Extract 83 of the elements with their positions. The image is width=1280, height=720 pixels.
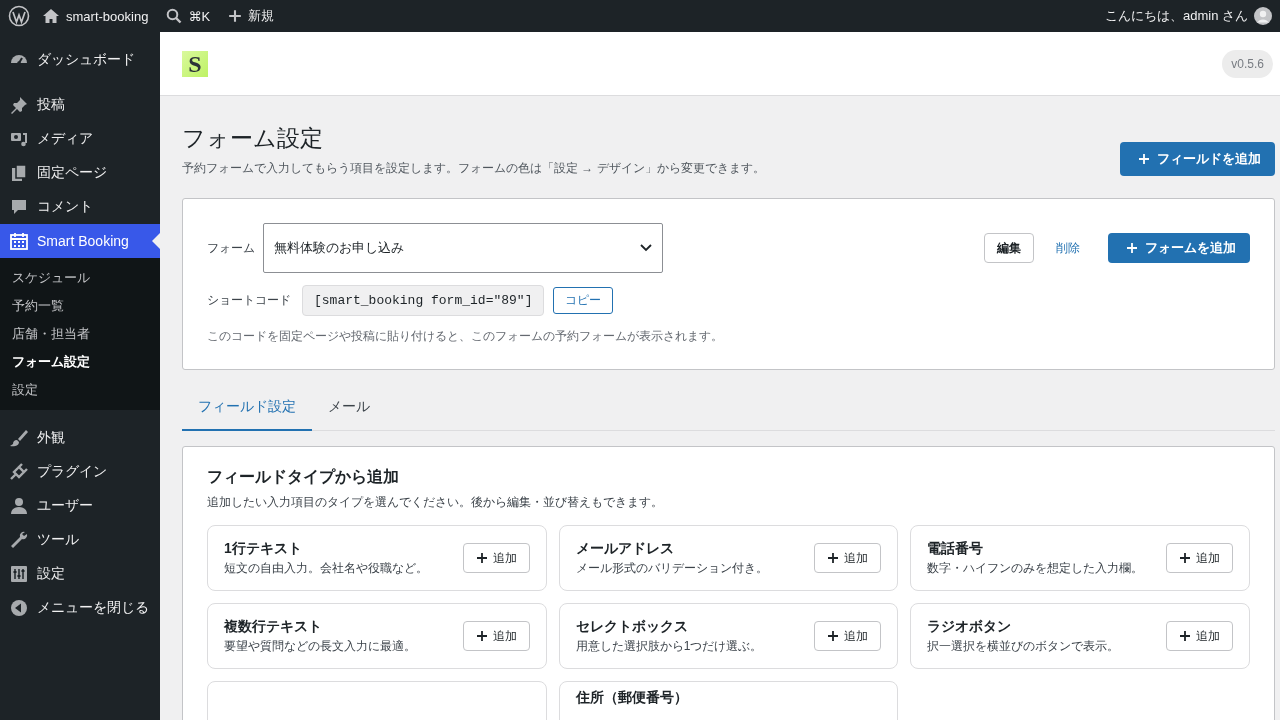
field-type-description: 用意した選択肢から1つだけ選ぶ。 [575,637,763,655]
sidebar-menu-item[interactable]: プラグイン [0,455,160,489]
plus-icon [1179,630,1191,642]
sidebar-menu-item[interactable]: ツール [0,523,160,557]
user-icon [9,496,29,516]
add-field-type-button[interactable]: 追加 [814,621,882,651]
field-type-title: 複数行テキスト [224,617,323,636]
search-shortcut[interactable]: ⌘K [188,8,211,24]
site-name-link[interactable]: smart-booking [66,8,149,24]
add-field-type-button[interactable]: 追加 [462,543,530,573]
wrench-icon [9,530,29,550]
field-type-description: 要望や質問などの長文入力に最適。 [224,637,416,655]
shortcode-label: ショートコード [207,292,291,309]
field-type-title: 住所（郵便番号） [575,689,688,707]
edit-button[interactable]: 編集 [984,233,1034,263]
page-title: フォーム設定 [182,124,324,152]
section-description: 追加したい入力項目のタイプを選んでください。後から編集・並び替えもできます。 [207,494,664,511]
plus-icon [1126,242,1138,254]
sliders-icon [9,564,29,584]
sidebar-menu-item[interactable]: 設定 [0,557,160,591]
form-select[interactable]: 無料体験のお申し込み [263,223,663,273]
plus-icon [475,552,488,564]
shortcode-field[interactable]: [smart_booking form_id="89"] [302,285,545,316]
field-type-description: 択一選択を横並びのボタンで表示。 [927,637,1120,655]
sidebar-menu-item[interactable]: ユーザー [0,489,160,523]
add-form-button[interactable]: フォームを追加 [1108,233,1250,263]
calendar-icon [9,231,29,251]
sidebar-menu-item[interactable]: メニューを閉じる [0,591,160,625]
field-type-description: メール形式のバリデーション付き。 [575,559,768,577]
submenu-item[interactable]: フォーム設定 [0,348,160,376]
submenu-item[interactable]: 店舗・担当者 [0,320,160,348]
submenu-item[interactable]: 設定 [0,376,160,404]
sidebar-menu-item[interactable]: コメント [0,190,160,224]
speech-bubble-icon [9,197,29,217]
form-label: フォーム [207,239,255,257]
delete-link[interactable]: 削除 [1056,239,1080,257]
field-type-title: セレクトボックス [575,617,689,636]
tab[interactable]: フィールド設定 [182,387,312,431]
shortcode-help-text: このコードを固定ページや投稿に貼り付けると、このフォームの予約フォームが表示されます。 [207,328,724,345]
add-field-type-button[interactable]: 追加 [1166,543,1233,573]
pages-icon [9,163,29,183]
new-content-link[interactable]: 新規 [248,7,275,25]
add-field-type-button[interactable]: 追加 [1166,621,1233,651]
search-icon[interactable] [166,8,183,24]
add-field-type-button[interactable]: 追加 [462,621,530,651]
plus-icon [827,630,840,642]
chevron-down-icon [640,244,652,252]
field-type-description: 数字・ハイフンのみを想定した入力欄。 [927,559,1144,577]
add-field-type-button[interactable]: 追加 [814,543,882,573]
plug-icon [9,462,29,482]
plus-icon [827,552,840,564]
greeting-link[interactable]: こんにちは、admin さん [1104,7,1248,25]
sidebar-menu-item[interactable]: 外観 [0,421,160,455]
paintbrush-icon [9,428,29,448]
sidebar-menu-item[interactable]: 固定ページ [0,156,160,190]
field-type-title: 電話番号 [927,539,985,558]
sidebar-menu-item[interactable]: 投稿 [0,88,160,122]
tab[interactable]: メール [312,387,386,431]
field-type-title: 1行テキスト [224,539,303,558]
collapse-icon [9,598,29,618]
section-title: フィールドタイプから追加 [207,467,400,487]
current-menu-pointer [152,233,160,249]
plus-icon [1138,153,1150,165]
submenu-item[interactable]: スケジュール [0,264,160,292]
wordpress-logo-icon[interactable] [8,5,30,27]
field-type-title: ラジオボタン [927,617,1013,636]
field-type-title: メールアドレス [575,539,675,558]
version-badge: v0.5.6 [1222,49,1273,78]
submenu-item[interactable]: 予約一覧 [0,292,160,320]
sidebar-menu-item[interactable]: メディア [0,122,160,156]
sidebar-menu-item[interactable]: Smart Booking [0,224,160,258]
field-type-description: 短文の自由入力。会社名や役職など。 [224,559,428,577]
add-field-button[interactable]: フィールドを追加 [1120,142,1275,176]
avatar-icon[interactable] [1254,7,1272,25]
sidebar-menu-item[interactable]: ダッシュボード [0,43,160,77]
pin-icon [9,95,29,115]
copy-button[interactable]: コピー [553,287,614,314]
plus-icon [1179,552,1191,564]
new-plus-icon [228,9,243,23]
plugin-logo: S [182,50,208,77]
page-description: 予約フォームで入力してもらう項目を設定します。フォームの色は「設定 → デザイン」から変更できます。 [182,160,765,177]
home-icon [42,8,60,24]
plus-icon [475,630,488,642]
